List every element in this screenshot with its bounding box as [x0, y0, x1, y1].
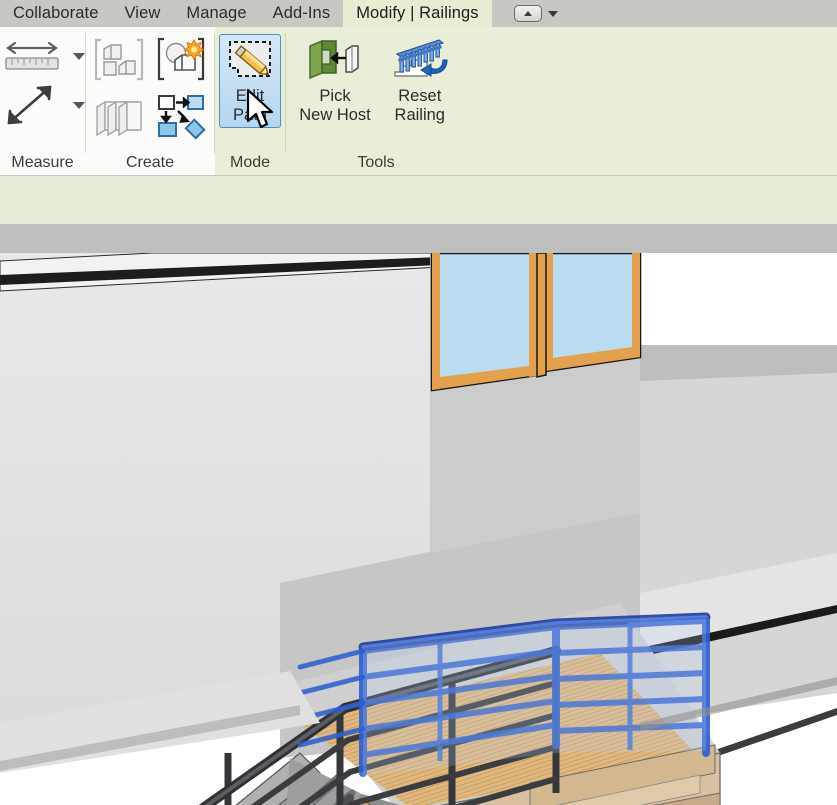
- ribbon-options-chevron-down-icon[interactable]: [547, 10, 558, 17]
- stacked-panels-icon: [91, 91, 147, 146]
- dashed-box-pencil-icon: [224, 38, 276, 87]
- model-graphics: [0, 253, 837, 805]
- tab-modify-railings-label: Modify | Railings: [356, 4, 479, 22]
- ribbon-panels: Measure Create Edit Path Mode Pick New H…: [0, 27, 466, 175]
- edit-path-label-line2: Path: [233, 106, 267, 124]
- pick-new-host-label-line1: Pick: [319, 87, 351, 105]
- panel-measure: Measure: [0, 27, 85, 175]
- tab-add-ins[interactable]: Add-Ins: [260, 0, 344, 27]
- reset-railing-label-line1: Reset: [398, 87, 442, 105]
- panel-tools: Pick New Host Reset Railing Tools: [286, 27, 466, 175]
- tab-collaborate[interactable]: Collaborate: [0, 0, 112, 27]
- pick-new-host-label-line2: New Host: [299, 106, 371, 124]
- panel-tools-label: Tools: [357, 154, 395, 171]
- aligned-dimension-button[interactable]: [1, 81, 85, 129]
- ribbon: Measure Create Edit Path Mode Pick New H…: [0, 27, 837, 176]
- measure-between-two-references-button[interactable]: [1, 39, 85, 73]
- diagonal-double-arrow-icon: [1, 81, 63, 129]
- panel-create: Create: [86, 27, 214, 175]
- tab-modify-railings[interactable]: Modify | Railings: [343, 0, 492, 27]
- edit-path-label-line1: Edit: [235, 87, 265, 105]
- tab-manage[interactable]: Manage: [173, 0, 259, 27]
- ribbon-tab-bar: Collaborate View Manage Add-Ins Modify |…: [0, 0, 837, 28]
- green-wall-pick-arrow-icon: [302, 38, 368, 87]
- tab-view[interactable]: View: [112, 0, 174, 27]
- tab-add-ins-label: Add-Ins: [272, 4, 331, 22]
- create-group-button[interactable]: [153, 34, 209, 91]
- panel-mode: Edit Path Mode: [215, 27, 285, 175]
- ribbon-minimize-up-arrow-icon: [523, 11, 532, 16]
- reset-railing-button[interactable]: Reset Railing: [382, 34, 458, 128]
- tab-manage-label: Manage: [186, 4, 247, 22]
- 3d-model-view[interactable]: [0, 253, 837, 805]
- revit-application-window: Collaborate View Manage Add-Ins Modify |…: [0, 0, 837, 805]
- pick-new-host-button[interactable]: Pick New Host: [294, 34, 376, 128]
- measure-aligned-chevron-down-icon[interactable]: [72, 101, 85, 109]
- panel-measure-label: Measure: [11, 154, 74, 171]
- panel-mode-label: Mode: [229, 154, 271, 171]
- tab-collaborate-label: Collaborate: [13, 4, 99, 22]
- sphere-cube-starburst-bracket-icon: [153, 34, 209, 91]
- create-assembly-button[interactable]: [153, 91, 209, 146]
- ribbon-minimize-button[interactable]: [513, 5, 542, 22]
- create-parts-button[interactable]: [91, 91, 147, 146]
- edit-path-button[interactable]: Edit Path: [219, 34, 281, 128]
- view-control-strip[interactable]: [0, 224, 837, 254]
- panel-create-label: Create: [125, 154, 175, 171]
- measure-horizontal-chevron-down-icon[interactable]: [72, 52, 85, 60]
- blue-railing-undo-arrow-icon: [387, 38, 453, 87]
- horizontal-double-arrow-ruler-icon: [1, 39, 63, 73]
- shape-transform-arrows-icon: [153, 91, 209, 146]
- create-similar-button[interactable]: [91, 34, 147, 91]
- cubes-bracket-icon: [91, 34, 147, 91]
- ribbon-display-controls: [492, 0, 568, 27]
- options-bar[interactable]: [0, 176, 837, 225]
- tab-view-label: View: [124, 4, 161, 22]
- reset-railing-label-line2: Railing: [394, 106, 445, 124]
